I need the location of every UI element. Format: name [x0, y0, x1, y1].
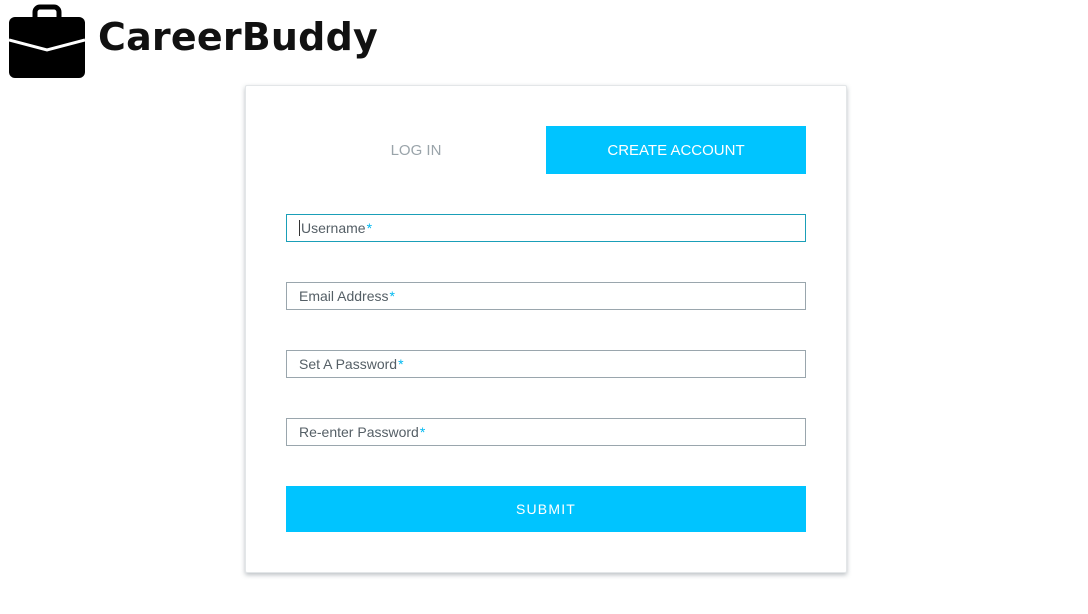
username-field[interactable]: Username * — [286, 214, 806, 242]
brand-name: CareerBuddy — [98, 15, 378, 59]
text-cursor — [299, 220, 300, 236]
required-marker: * — [366, 220, 373, 236]
auth-card: LOG IN CREATE ACCOUNT Username * Email Ad… — [245, 85, 847, 573]
password-placeholder: Set A Password — [299, 356, 398, 372]
required-marker: * — [389, 288, 395, 304]
tab-login[interactable]: LOG IN — [286, 126, 546, 174]
email-field[interactable]: Email Address * — [286, 282, 806, 310]
required-marker: * — [419, 424, 426, 440]
brand-logo[interactable]: CareerBuddy — [9, 4, 378, 78]
password-field[interactable]: Set A Password * — [286, 350, 806, 378]
confirm-password-placeholder: Re-enter Password — [299, 424, 419, 440]
email-placeholder: Email Address — [299, 288, 389, 304]
username-placeholder: Username — [301, 220, 366, 236]
submit-button[interactable]: SUBMIT — [286, 486, 806, 532]
briefcase-icon — [9, 4, 85, 78]
auth-tabs: LOG IN CREATE ACCOUNT — [286, 126, 806, 174]
required-marker: * — [398, 356, 404, 372]
confirm-password-field[interactable]: Re-enter Password * — [286, 418, 806, 446]
tab-create-account[interactable]: CREATE ACCOUNT — [546, 126, 806, 174]
